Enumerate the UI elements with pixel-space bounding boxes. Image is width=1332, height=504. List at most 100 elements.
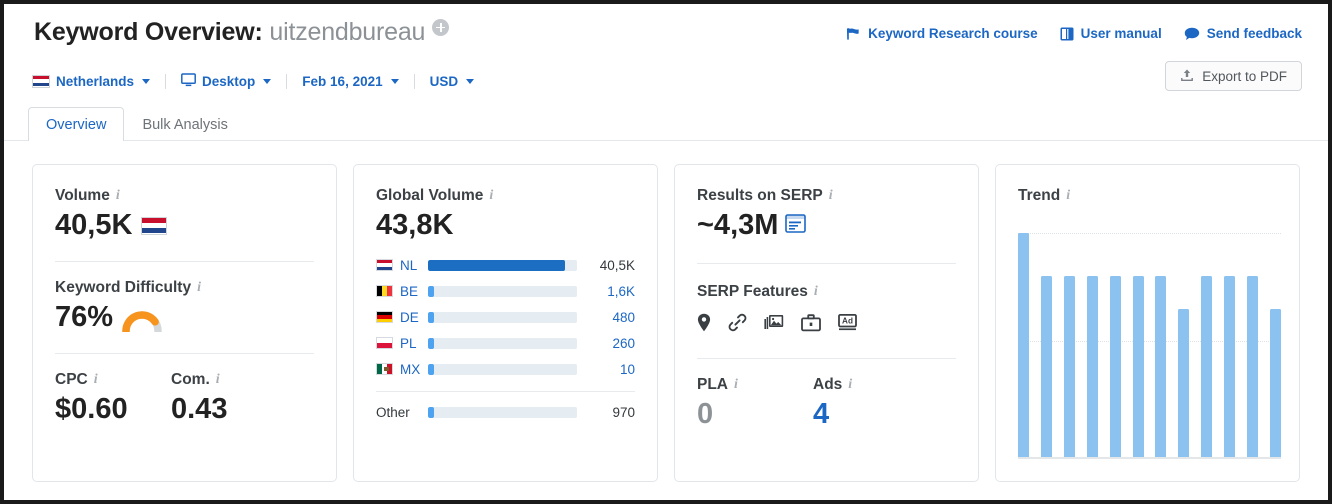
- other-label: Other: [376, 404, 410, 420]
- country-value: 480: [612, 309, 635, 325]
- card-divider: [697, 358, 956, 359]
- country-bar-track: [428, 285, 577, 297]
- cpc-value: $0.60: [55, 393, 128, 425]
- trend-chart[interactable]: [1018, 233, 1281, 459]
- country-row[interactable]: MX 10: [376, 356, 635, 382]
- trend-bar[interactable]: [1109, 275, 1121, 457]
- serp-card: Results on SERP i ~4,3M SERP Features i …: [674, 164, 979, 482]
- filter-separator: [413, 73, 415, 89]
- com-label-row: Com. i: [171, 371, 227, 389]
- tab-overview[interactable]: Overview: [28, 107, 125, 142]
- country-row[interactable]: PL 260: [376, 330, 635, 356]
- flag-nl-icon: [141, 216, 168, 235]
- trend-label-row: Trend i: [1018, 187, 1277, 205]
- trend-bar[interactable]: [1269, 309, 1281, 457]
- country-filter[interactable]: Netherlands: [32, 73, 151, 89]
- currency-filter[interactable]: USD: [430, 74, 475, 89]
- info-icon[interactable]: i: [848, 378, 852, 392]
- sitelinks-icon[interactable]: [728, 313, 747, 337]
- send-feedback-link[interactable]: Send feedback: [1184, 26, 1302, 41]
- svg-text:Ad: Ad: [842, 316, 853, 325]
- image-pack-icon[interactable]: [764, 314, 784, 336]
- country-row[interactable]: BE 1,6K: [376, 278, 635, 304]
- ads-value[interactable]: 4: [813, 398, 852, 431]
- trend-bar[interactable]: [1086, 275, 1098, 457]
- country-cell: BE: [376, 284, 428, 299]
- header-links: Keyword Research course User manual Send…: [846, 26, 1302, 41]
- flag-nl-icon: [376, 259, 393, 271]
- country-code: NL: [400, 257, 418, 273]
- graduation-flag-icon: [846, 27, 861, 41]
- tab-bar: Overview Bulk Analysis: [28, 107, 246, 142]
- country-filter-label: Netherlands: [56, 73, 135, 89]
- trend-bar[interactable]: [1155, 275, 1167, 457]
- country-row[interactable]: DE 480: [376, 304, 635, 330]
- ads-top-icon[interactable]: Ad: [838, 313, 857, 337]
- filter-bar: Netherlands Desktop Feb 16, 2021 USD: [32, 69, 475, 93]
- country-cell: DE: [376, 310, 428, 325]
- trend-label: Trend: [1018, 187, 1061, 204]
- page-header: Keyword Overview: uitzendbureau Keyword …: [4, 4, 1328, 56]
- country-bar-track: [428, 363, 577, 375]
- country-code: MX: [400, 361, 421, 377]
- other-value: 970: [612, 404, 635, 420]
- serp-snippet-icon[interactable]: [785, 209, 807, 242]
- global-volume-label-row: Global Volume i: [376, 187, 635, 205]
- trend-bar[interactable]: [1018, 233, 1029, 457]
- country-bar-track: [428, 337, 577, 349]
- keyword-difficulty-gauge: [122, 307, 162, 335]
- pla-block: PLA i 0: [697, 376, 813, 431]
- currency-filter-label: USD: [429, 73, 459, 89]
- chevron-down-icon: [263, 78, 272, 84]
- chevron-down-icon: [466, 78, 475, 84]
- page-title: Keyword Overview: uitzendbureau: [34, 18, 450, 47]
- country-cell: PL: [376, 336, 428, 351]
- trend-bar[interactable]: [1063, 275, 1075, 457]
- plus-circle-icon[interactable]: [432, 19, 450, 36]
- serp-features-list: Ad: [697, 313, 956, 337]
- info-icon[interactable]: i: [1066, 189, 1070, 203]
- com-value: 0.43: [171, 393, 228, 425]
- country-bar-track: [428, 259, 577, 271]
- country-row[interactable]: NL 40,5K: [376, 252, 635, 278]
- info-icon[interactable]: i: [489, 189, 493, 203]
- keyword-research-course-link[interactable]: Keyword Research course: [846, 26, 1038, 41]
- local-pack-icon[interactable]: [697, 313, 711, 337]
- chat-bubble-icon: [1184, 27, 1200, 41]
- book-icon: [1060, 27, 1074, 41]
- results-on-serp-value: ~4,3M: [697, 209, 779, 241]
- trend-bar[interactable]: [1040, 275, 1052, 457]
- keyword-difficulty-label-row: Keyword Difficulty i: [55, 279, 314, 297]
- user-manual-link[interactable]: User manual: [1060, 26, 1162, 41]
- volume-card: Volume i 40,5K Keyword Difficulty i 76%: [32, 164, 337, 482]
- chevron-down-icon: [390, 78, 399, 84]
- pla-value: 0: [697, 398, 714, 430]
- info-icon[interactable]: i: [829, 189, 833, 203]
- other-bar-track: [428, 406, 577, 418]
- card-divider: [55, 261, 314, 262]
- info-icon[interactable]: i: [116, 189, 120, 203]
- info-icon[interactable]: i: [734, 378, 738, 392]
- tab-bulk-analysis[interactable]: Bulk Analysis: [124, 107, 245, 141]
- info-icon[interactable]: i: [216, 373, 220, 387]
- trend-bar[interactable]: [1247, 275, 1259, 457]
- date-filter[interactable]: Feb 16, 2021: [302, 74, 399, 89]
- jobs-icon[interactable]: [801, 313, 821, 337]
- info-icon[interactable]: i: [94, 373, 98, 387]
- serp-features-label-row: SERP Features i: [697, 283, 956, 301]
- page-title-keyword: uitzendbureau: [269, 18, 426, 46]
- trend-bar[interactable]: [1224, 275, 1236, 457]
- trend-bar[interactable]: [1201, 275, 1213, 457]
- export-to-pdf-button[interactable]: Export to PDF: [1165, 61, 1302, 91]
- flag-pl-icon: [376, 337, 393, 349]
- info-icon[interactable]: i: [197, 281, 201, 295]
- card-divider: [697, 263, 956, 264]
- cpc-label-row: CPC i: [55, 371, 171, 389]
- country-code: PL: [400, 335, 417, 351]
- trend-bar[interactable]: [1132, 275, 1144, 457]
- trend-bar[interactable]: [1178, 309, 1190, 457]
- pla-ads-row: PLA i 0 Ads i 4: [697, 376, 956, 431]
- info-icon[interactable]: i: [814, 285, 818, 299]
- country-value: 40,5K: [599, 257, 635, 273]
- device-filter[interactable]: Desktop: [181, 72, 272, 90]
